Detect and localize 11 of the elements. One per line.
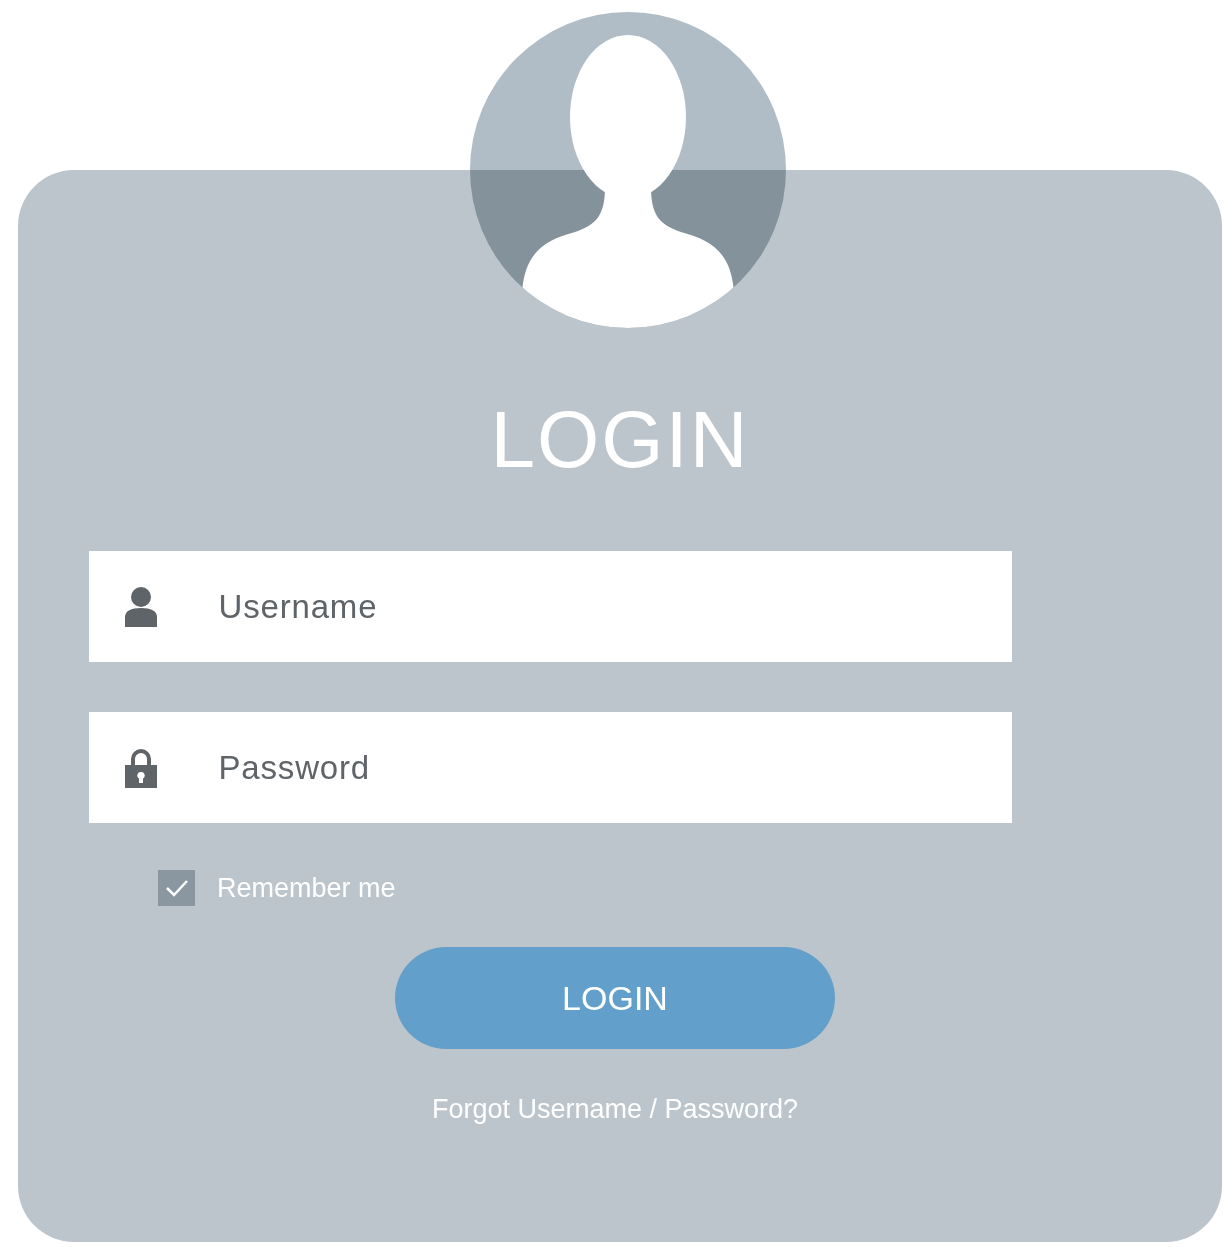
checkmark-icon [164,879,189,897]
avatar-icon [470,12,786,328]
forgot-link[interactable]: Forgot Username / Password? [431,1093,799,1125]
user-icon [124,587,157,627]
username-field[interactable]: Username [88,551,1012,662]
remember-label: Remember me [217,871,396,905]
login-title: LOGIN [490,400,750,480]
login-button[interactable]: LOGIN [395,947,835,1049]
password-field[interactable]: Password [88,712,1012,823]
lock-icon [124,748,157,788]
remember-checkbox[interactable] [158,870,195,906]
